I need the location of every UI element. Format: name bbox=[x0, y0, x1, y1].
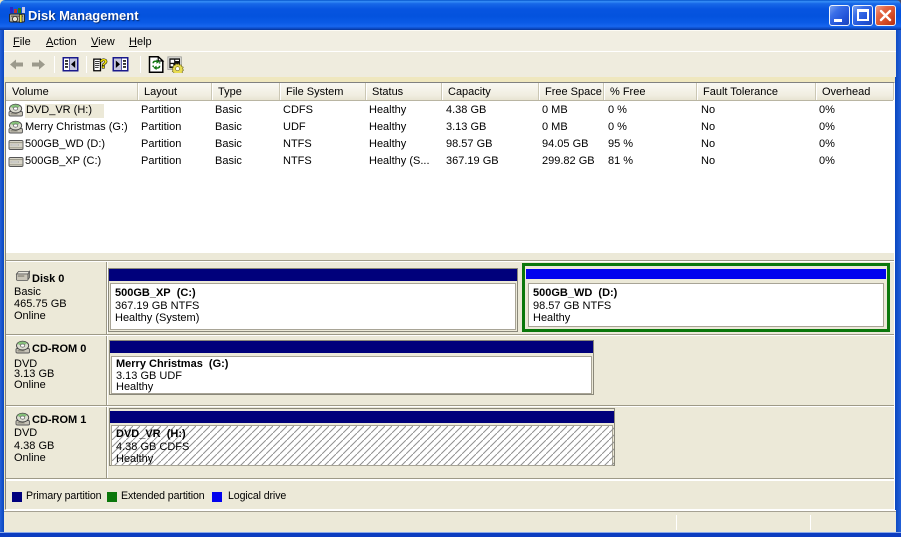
svg-text:?: ? bbox=[100, 56, 108, 71]
